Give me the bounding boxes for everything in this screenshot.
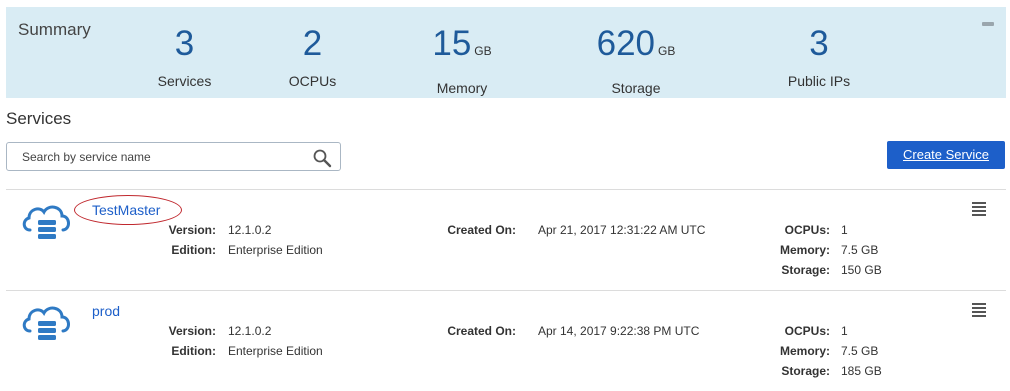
metric-value: 15 GB (432, 24, 492, 63)
metric-services: 3 Services (156, 24, 213, 90)
memory-value: 7.5 GB (841, 344, 879, 358)
metric-value: 3 (174, 24, 195, 63)
summary-title: Summary (18, 20, 91, 39)
service-row: prod Version: 12.1.0.2 Edition: Enterpri… (6, 291, 1006, 391)
storage-label: Storage: (781, 364, 830, 378)
metric-storage: 620 GB Storage (586, 24, 686, 97)
version-value: 12.1.0.2 (228, 223, 272, 237)
metric-value: 620 GB (596, 24, 676, 63)
ocpus-label: OCPUs: (784, 324, 830, 338)
create-service-button[interactable]: Create Service (887, 141, 1005, 169)
ocpus-value: 1 (841, 223, 848, 237)
search-icon[interactable] (312, 148, 332, 168)
service-name-link[interactable]: TestMaster (92, 202, 160, 218)
storage-value: 150 GB (841, 263, 882, 277)
created-on-label: Created On: (447, 324, 516, 338)
services-title: Services (6, 109, 72, 128)
edition-value: Enterprise Edition (228, 243, 323, 257)
database-cloud-icon (22, 205, 70, 239)
search-box (6, 142, 341, 171)
edition-label: Edition: (171, 344, 216, 358)
search-input[interactable] (8, 144, 298, 169)
metric-label: Memory (436, 80, 488, 96)
version-label: Version: (168, 324, 216, 338)
metric-label: Storage (611, 80, 661, 96)
metric-ocpus: 2 OCPUs (284, 24, 341, 90)
storage-value: 185 GB (841, 364, 882, 378)
summary-panel: Summary 3 Services 2 OCPUs 15 GB Memory 6… (6, 7, 1006, 98)
service-row: TestMaster Version: 12.1.0.2 Edition: En… (6, 190, 1006, 290)
memory-label: Memory: (779, 344, 830, 358)
metric-public-ips: 3 Public IPs (778, 24, 860, 90)
memory-value: 7.5 GB (841, 243, 879, 257)
hamburger-menu-icon[interactable] (972, 202, 986, 216)
version-label: Version: (168, 223, 216, 237)
created-on-label: Created On: (447, 223, 516, 237)
metric-memory: 15 GB Memory (416, 24, 508, 97)
storage-label: Storage: (781, 263, 830, 277)
metric-label: Services (157, 73, 212, 89)
ocpus-label: OCPUs: (784, 223, 830, 237)
created-on-value: Apr 21, 2017 12:31:22 AM UTC (538, 223, 706, 237)
database-cloud-icon (22, 306, 70, 340)
metric-label: OCPUs (288, 73, 337, 89)
created-on-value: Apr 14, 2017 9:22:38 PM UTC (538, 324, 700, 338)
metric-label: Public IPs (787, 73, 851, 89)
edition-value: Enterprise Edition (228, 344, 323, 358)
ocpus-value: 1 (841, 324, 848, 338)
service-name-link[interactable]: prod (92, 303, 120, 319)
memory-label: Memory: (779, 243, 830, 257)
metric-value: 3 (809, 24, 829, 63)
collapse-icon[interactable] (982, 22, 994, 26)
version-value: 12.1.0.2 (228, 324, 272, 338)
edition-label: Edition: (171, 243, 216, 257)
hamburger-menu-icon[interactable] (972, 303, 986, 317)
metric-value: 2 (302, 24, 323, 63)
